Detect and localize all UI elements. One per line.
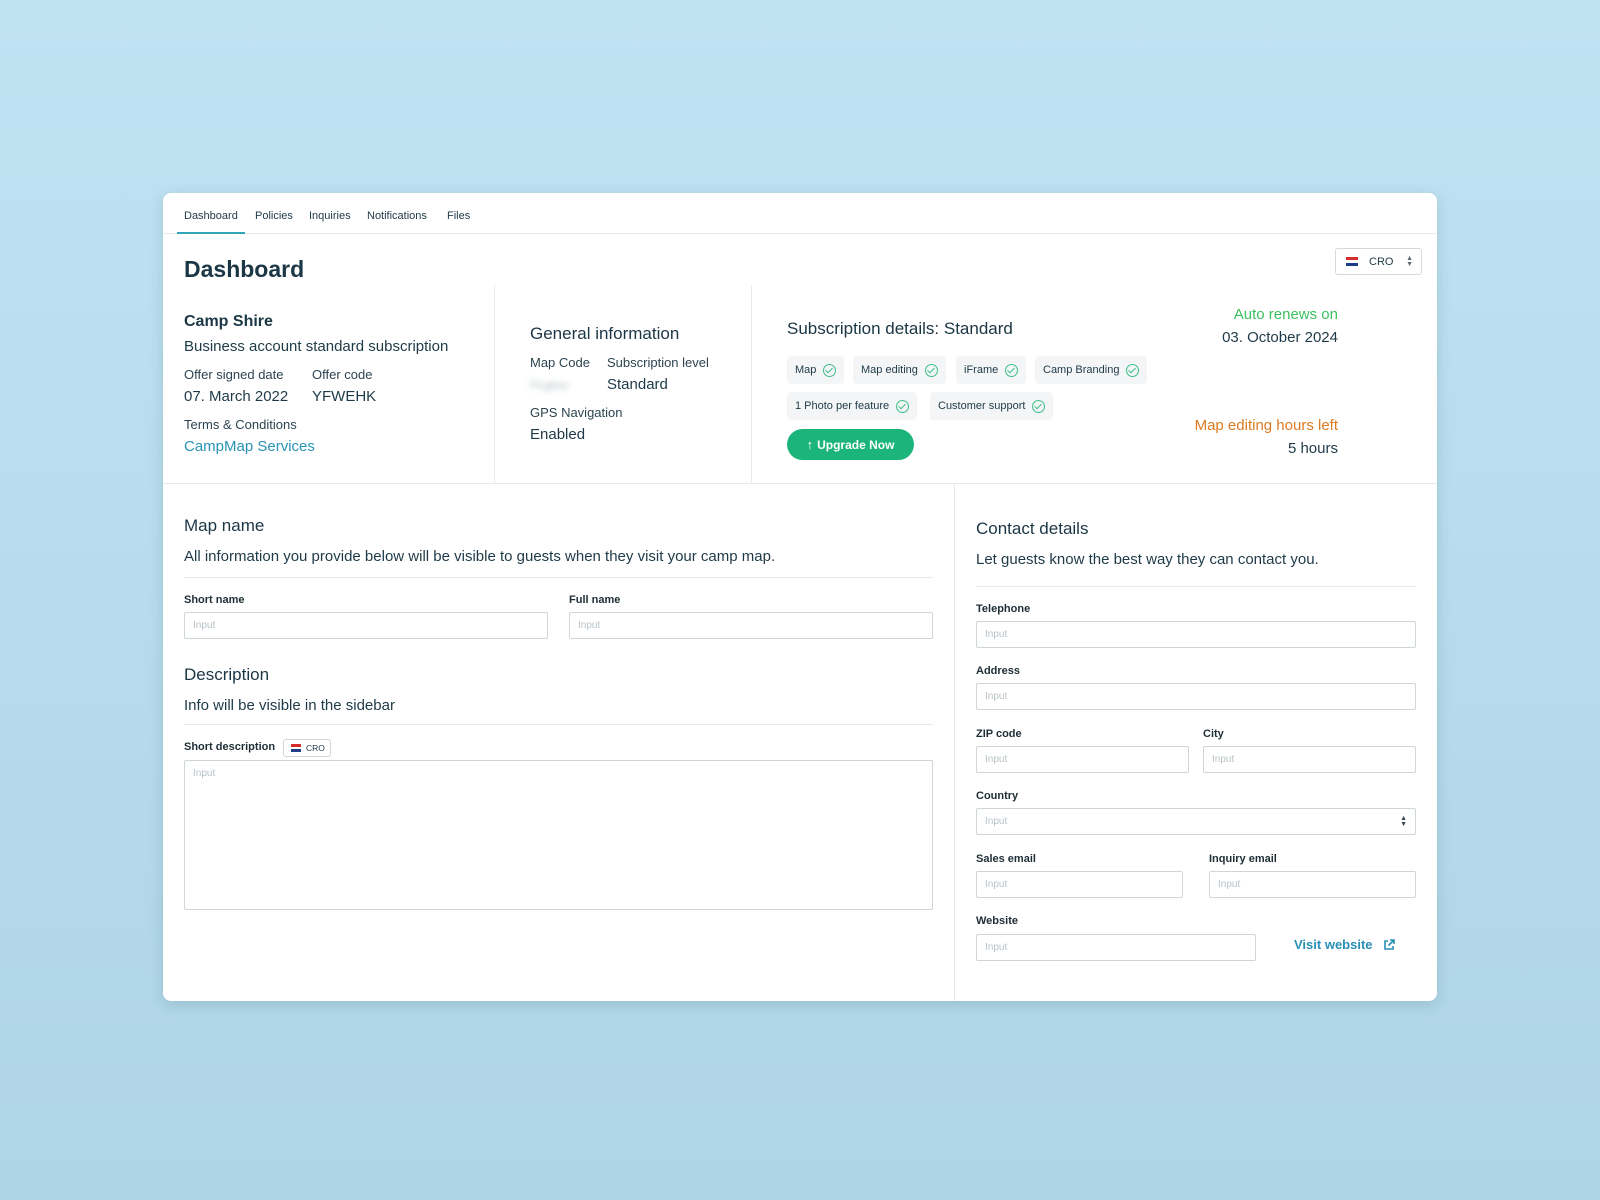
tab-policies[interactable]: Policies <box>255 210 293 222</box>
map-code-label: Map Code <box>530 355 590 370</box>
inquiry-email-input[interactable]: Input <box>1209 871 1416 898</box>
visit-website-link[interactable]: Visit website <box>1294 937 1395 952</box>
terms-link[interactable]: CampMap Services <box>184 438 315 455</box>
city-input[interactable]: Input <box>1203 746 1416 773</box>
feature-label: Map <box>795 364 817 376</box>
language-select[interactable]: CRO ▲ ▼ <box>1335 248 1422 275</box>
divider <box>184 577 933 578</box>
language-badge[interactable]: CRO <box>283 739 331 757</box>
check-circle-icon <box>924 363 938 377</box>
check-circle-icon <box>1032 399 1046 413</box>
account-type: Business account standard subscription <box>184 338 449 355</box>
croatia-flag-icon <box>1346 257 1358 266</box>
offer-code-value: YFWEHK <box>312 388 377 405</box>
full-name-input[interactable]: Input <box>569 612 933 639</box>
description-subtitle: Info will be visible in the sidebar <box>184 697 395 714</box>
feature-label: Customer support <box>938 400 1026 412</box>
feature-chip: iFrame <box>956 356 1027 384</box>
hours-left-label: Map editing hours left <box>1194 417 1338 434</box>
tab-bar: Dashboard Policies Inquiries Notificatio… <box>163 193 1437 234</box>
address-label: Address <box>976 665 1021 677</box>
country-label: Country <box>976 790 1019 802</box>
feature-chip: Customer support <box>930 392 1054 420</box>
divider <box>954 484 955 1001</box>
short-description-textarea[interactable]: Input <box>184 760 933 910</box>
inquiry-email-label: Inquiry email <box>1209 853 1277 865</box>
zip-input[interactable]: Input <box>976 746 1189 773</box>
terms-label: Terms & Conditions <box>184 417 297 432</box>
divider <box>751 285 752 483</box>
feature-label: 1 Photo per feature <box>795 400 890 412</box>
language-select-value: CRO <box>1369 255 1394 268</box>
divider <box>494 285 495 483</box>
external-link-icon <box>1383 938 1395 950</box>
gps-value: Enabled <box>530 426 586 443</box>
website-label: Website <box>976 915 1018 927</box>
check-circle-icon <box>823 363 837 377</box>
chevron-updown-icon: ▲ ▼ <box>1406 255 1413 268</box>
subscription-level-label: Subscription level <box>607 355 709 370</box>
website-input[interactable]: Input <box>976 934 1256 961</box>
short-name-label: Short name <box>184 594 245 606</box>
offer-signed-label: Offer signed date <box>184 367 284 382</box>
divider <box>976 586 1416 587</box>
feature-chip: Map editing <box>853 356 946 384</box>
check-circle-icon <box>1005 363 1019 377</box>
feature-chip: Camp Branding <box>1035 356 1148 384</box>
offer-code-label: Offer code <box>312 367 373 382</box>
sales-email-label: Sales email <box>976 853 1036 865</box>
map-name-subtitle: All information you provide below will b… <box>184 548 776 565</box>
telephone-label: Telephone <box>976 603 1031 615</box>
subscription-level-value: Standard <box>607 376 668 393</box>
check-circle-icon <box>1126 363 1140 377</box>
check-circle-icon <box>896 399 910 413</box>
description-title: Description <box>184 665 270 684</box>
croatia-flag-icon <box>291 744 301 752</box>
zip-label: ZIP code <box>976 728 1022 740</box>
upgrade-label: Upgrade Now <box>817 437 895 452</box>
telephone-input[interactable]: Input <box>976 621 1416 648</box>
short-name-input[interactable]: Input <box>184 612 548 639</box>
tab-files[interactable]: Files <box>447 210 470 222</box>
short-description-label: Short description <box>184 741 276 753</box>
city-label: City <box>1203 728 1224 740</box>
tab-dashboard[interactable]: Dashboard <box>177 210 245 234</box>
feature-chip: 1 Photo per feature <box>787 392 918 420</box>
map-name-title: Map name <box>184 516 265 535</box>
language-badge-label: CRO <box>306 743 325 753</box>
contact-title: Contact details <box>976 519 1089 538</box>
chevron-updown-icon: ▲ ▼ <box>1400 815 1407 828</box>
upgrade-now-button[interactable]: ↑ Upgrade Now <box>787 429 914 460</box>
address-input[interactable]: Input <box>976 683 1416 710</box>
gps-label: GPS Navigation <box>530 405 623 420</box>
visit-website-label: Visit website <box>1294 937 1373 952</box>
feature-label: Camp Branding <box>1043 364 1120 376</box>
page-title: Dashboard <box>184 256 305 282</box>
dashboard-card: Dashboard Policies Inquiries Notificatio… <box>163 193 1437 1001</box>
feature-label: Map editing <box>861 364 918 376</box>
auto-renew-value: 03. October 2024 <box>1222 329 1338 346</box>
full-name-label: Full name <box>569 594 621 606</box>
sales-email-input[interactable]: Input <box>976 871 1183 898</box>
general-info-title: General information <box>530 324 680 343</box>
feature-label: iFrame <box>964 364 999 376</box>
arrow-up-icon: ↑ <box>806 437 814 452</box>
camp-name: Camp Shire <box>184 313 273 330</box>
tab-notifications[interactable]: Notifications <box>367 210 427 222</box>
country-placeholder: Input <box>985 816 1008 827</box>
map-code-value: Pcgbsc <box>530 378 570 392</box>
subscription-title: Subscription details: Standard <box>787 319 1013 338</box>
auto-renew-label: Auto renews on <box>1233 306 1338 323</box>
offer-signed-value: 07. March 2022 <box>184 388 289 405</box>
tab-inquiries[interactable]: Inquiries <box>309 210 351 222</box>
contact-subtitle: Let guests know the best way they can co… <box>976 551 1319 568</box>
country-select[interactable]: Input ▲ ▼ <box>976 808 1416 835</box>
divider <box>163 483 1437 484</box>
divider <box>184 724 933 725</box>
feature-chip: Map <box>787 356 845 384</box>
hours-left-value: 5 hours <box>1287 440 1338 457</box>
